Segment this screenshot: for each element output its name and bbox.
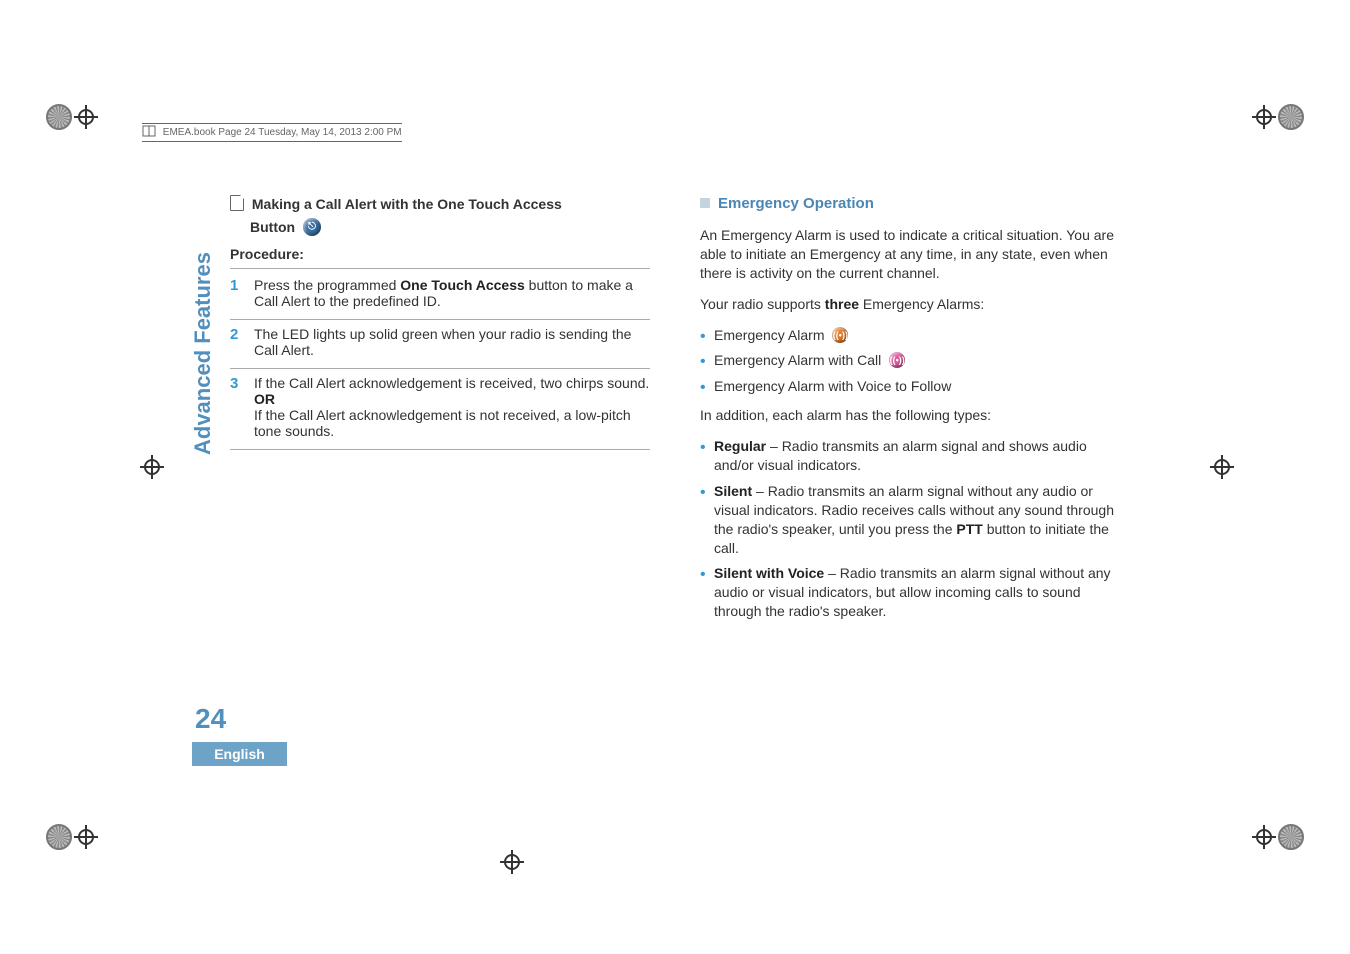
paragraph-supports: Your radio supports three Emergency Alar… (700, 295, 1120, 314)
step-number: 1 (230, 277, 244, 309)
type-regular: Regular – Radio transmits an alarm signa… (700, 437, 1120, 475)
step-text: If the Call Alert acknowledgement is rec… (254, 375, 650, 439)
alarm-item: Emergency Alarm with Voice to Follow (700, 377, 1120, 396)
registration-mark-bottom-right (1252, 824, 1304, 850)
alarm-item: Emergency Alarm ((•)) (700, 326, 1120, 345)
book-header: EMEA.book Page 24 Tuesday, May 14, 2013 … (142, 123, 402, 142)
step-1: 1 Press the programmed One Touch Access … (230, 268, 650, 320)
page-number: 24 (195, 703, 226, 735)
type-silent-voice: Silent with Voice – Radio transmits an a… (700, 564, 1120, 621)
left-heading-line2: Button (250, 219, 295, 235)
step-text: Press the programmed One Touch Access bu… (254, 277, 650, 309)
type-list: Regular – Radio transmits an alarm signa… (700, 437, 1120, 621)
alarm-call-icon: ((•)) (889, 352, 905, 368)
left-heading: Making a Call Alert with the One Touch A… (230, 195, 650, 236)
step-text: The LED lights up solid green when your … (254, 326, 650, 358)
registration-mark-top-right (1252, 104, 1304, 130)
paragraph-intro: An Emergency Alarm is used to indicate a… (700, 226, 1120, 283)
one-touch-button-icon: ⎋ (303, 218, 321, 236)
procedure-steps: 1 Press the programmed One Touch Access … (230, 268, 650, 450)
alarm-icon: ((•)) (832, 327, 848, 343)
left-heading-line1: Making a Call Alert with the One Touch A… (252, 196, 562, 212)
paragraph-types: In addition, each alarm has the followin… (700, 406, 1120, 425)
procedure-label: Procedure: (230, 246, 650, 262)
content-area: Making a Call Alert with the One Touch A… (230, 195, 1120, 759)
alarm-list: Emergency Alarm ((•)) Emergency Alarm wi… (700, 326, 1120, 397)
step-2: 2 The LED lights up solid green when you… (230, 320, 650, 369)
book-icon (142, 125, 156, 140)
step-3: 3 If the Call Alert acknowledgement is r… (230, 369, 650, 450)
alarm-item: Emergency Alarm with Call ((•)) (700, 351, 1120, 370)
side-tab: Advanced Features (190, 252, 216, 455)
step-number: 3 (230, 375, 244, 439)
registration-mark-bottom-left (46, 824, 98, 850)
right-heading: Emergency Operation (700, 195, 1120, 212)
step-number: 2 (230, 326, 244, 358)
right-column: Emergency Operation An Emergency Alarm i… (700, 195, 1120, 759)
type-silent: Silent – Radio transmits an alarm signal… (700, 482, 1120, 558)
square-bullet-icon (700, 198, 710, 208)
page: EMEA.book Page 24 Tuesday, May 14, 2013 … (0, 0, 1350, 954)
document-icon (230, 195, 244, 211)
registration-mark-top-left (46, 104, 98, 130)
left-column: Making a Call Alert with the One Touch A… (230, 195, 650, 759)
book-header-text: EMEA.book Page 24 Tuesday, May 14, 2013 … (163, 127, 402, 138)
